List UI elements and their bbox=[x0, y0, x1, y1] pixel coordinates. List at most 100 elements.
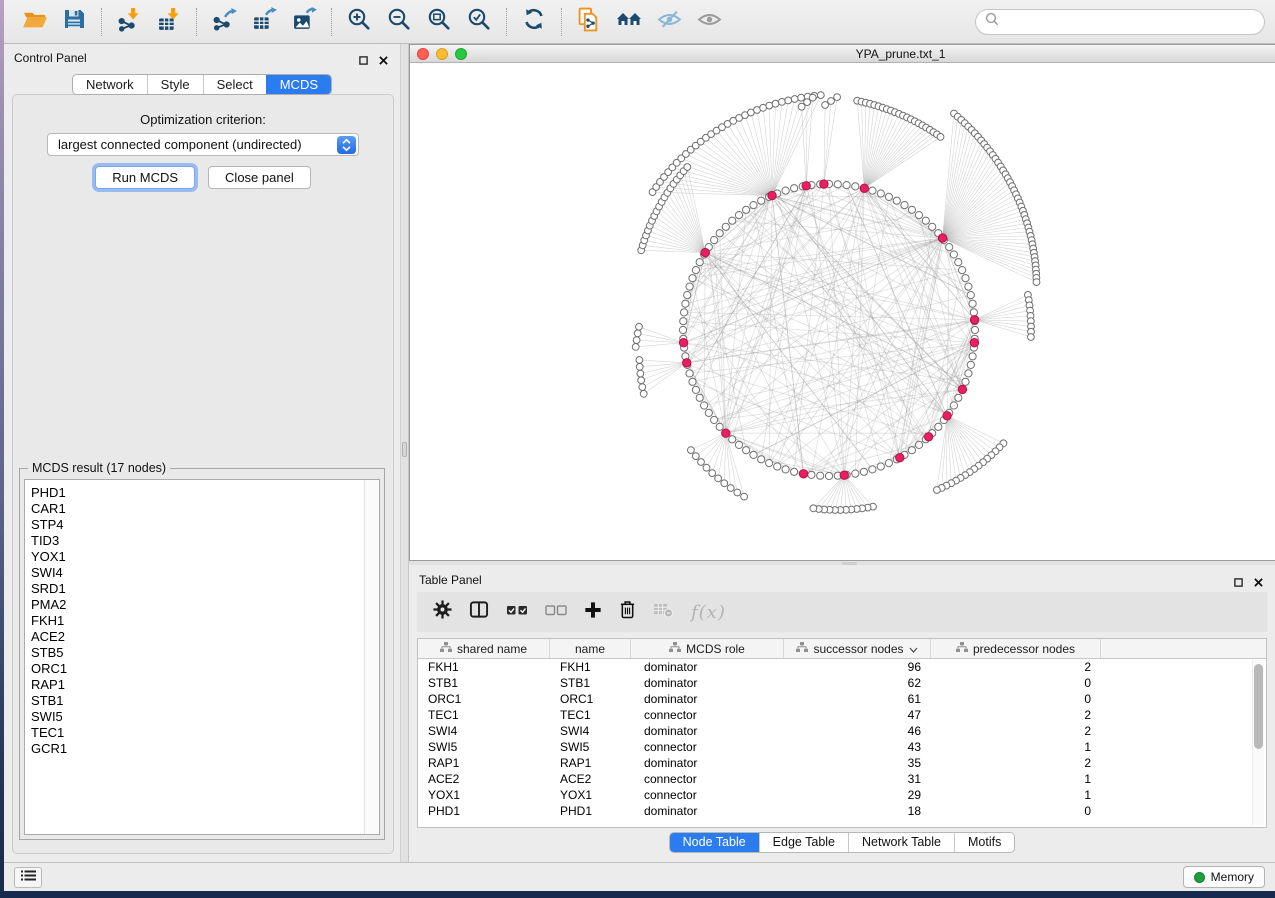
float-panel-icon[interactable] bbox=[1234, 574, 1243, 592]
import-table-button[interactable] bbox=[149, 4, 189, 40]
column-header-shared-name[interactable]: shared name bbox=[418, 639, 550, 658]
tab-edge-table[interactable]: Edge Table bbox=[759, 833, 848, 852]
tab-style[interactable]: Style bbox=[147, 75, 203, 94]
close-panel-icon[interactable] bbox=[379, 52, 388, 70]
table-row[interactable]: ACE2ACE2connector311 bbox=[418, 771, 1266, 787]
table-row[interactable]: FKH1FKH1dominator962 bbox=[418, 659, 1266, 675]
tab-node-table[interactable]: Node Table bbox=[670, 833, 759, 852]
cell: connector bbox=[631, 772, 784, 786]
tab-motifs[interactable]: Motifs bbox=[954, 833, 1014, 852]
export-image-button[interactable] bbox=[284, 4, 324, 40]
run-mcds-button[interactable]: Run MCDS bbox=[95, 166, 195, 189]
duplicate-network-button[interactable] bbox=[569, 4, 609, 40]
add-column-button[interactable] bbox=[584, 601, 602, 624]
mcds-result-item[interactable]: STP4 bbox=[31, 517, 363, 533]
zoom-in-button[interactable] bbox=[339, 4, 379, 40]
tab-select[interactable]: Select bbox=[203, 75, 266, 94]
mcds-result-item[interactable]: SWI5 bbox=[31, 709, 363, 725]
column-header-MCDS-role[interactable]: MCDS role bbox=[631, 639, 784, 658]
close-traffic-light[interactable] bbox=[417, 48, 429, 60]
zoom-selected-button[interactable] bbox=[459, 4, 499, 40]
table-tabs: Node TableEdge TableNetwork TableMotifs bbox=[669, 832, 1016, 853]
mcds-result-item[interactable]: YOX1 bbox=[31, 549, 363, 565]
mcds-result-item[interactable]: GCR1 bbox=[31, 741, 363, 757]
optimization-criterion-select[interactable]: largest connected component (undirected) bbox=[47, 133, 359, 156]
mcds-result-item[interactable]: ACE2 bbox=[31, 629, 363, 645]
mcds-result-item[interactable]: PMA2 bbox=[31, 597, 363, 613]
table-row[interactable]: RAP1RAP1dominator352 bbox=[418, 755, 1266, 771]
mcds-result-item[interactable]: SRD1 bbox=[31, 581, 363, 597]
zoom-fit-button[interactable] bbox=[419, 4, 459, 40]
mcds-result-item[interactable]: STB5 bbox=[31, 645, 363, 661]
open-session-button[interactable] bbox=[14, 4, 54, 40]
table-settings-button[interactable] bbox=[433, 600, 452, 624]
sort-chevron-icon bbox=[909, 642, 918, 656]
memory-button[interactable]: Memory bbox=[1183, 866, 1265, 888]
mcds-result-list[interactable]: PHD1CAR1STP4TID3YOX1SWI4SRD1PMA2FKH1ACE2… bbox=[24, 479, 380, 835]
close-panel-button[interactable]: Close panel bbox=[208, 166, 311, 189]
splitter-handle[interactable] bbox=[402, 442, 407, 457]
hide-selected-button[interactable] bbox=[649, 4, 689, 40]
search-input[interactable] bbox=[1004, 15, 1255, 29]
cell: dominator bbox=[631, 660, 784, 674]
table-row[interactable]: PHD1PHD1dominator180 bbox=[418, 803, 1266, 819]
vertical-splitter[interactable] bbox=[400, 44, 409, 862]
column-header-name[interactable]: name bbox=[550, 639, 631, 658]
task-history-button[interactable] bbox=[14, 867, 42, 888]
import-network-button[interactable] bbox=[109, 4, 149, 40]
column-header-predecessor-nodes[interactable]: predecessor nodes bbox=[931, 639, 1101, 658]
save-session-button[interactable] bbox=[54, 4, 94, 40]
cell: ACE2 bbox=[418, 772, 550, 786]
main-area: Control Panel NetworkStyleSelectMCDS Opt… bbox=[4, 44, 1275, 862]
export-network-button[interactable] bbox=[204, 4, 244, 40]
minimize-traffic-light[interactable] bbox=[436, 48, 448, 60]
network-canvas[interactable] bbox=[410, 63, 1275, 560]
tab-network-table[interactable]: Network Table bbox=[848, 833, 954, 852]
show-columns-button[interactable] bbox=[469, 600, 489, 624]
float-panel-icon[interactable] bbox=[359, 52, 368, 70]
export-table-button[interactable] bbox=[244, 4, 284, 40]
search-field[interactable] bbox=[975, 9, 1265, 35]
maximize-traffic-light[interactable] bbox=[455, 48, 467, 60]
mcds-result-item[interactable]: SWI4 bbox=[31, 565, 363, 581]
table-row[interactable]: STB1STB1dominator620 bbox=[418, 675, 1266, 691]
refresh-button[interactable] bbox=[514, 4, 554, 40]
import-network-icon bbox=[117, 7, 142, 37]
cell: SWI5 bbox=[550, 740, 631, 754]
eye-icon bbox=[697, 7, 722, 37]
table-scrollbar-thumb[interactable] bbox=[1254, 664, 1263, 749]
mcds-result-item[interactable]: RAP1 bbox=[31, 677, 363, 693]
cell: ORC1 bbox=[418, 692, 550, 706]
table-row[interactable]: SWI4SWI4dominator462 bbox=[418, 723, 1266, 739]
delete-columns-button[interactable] bbox=[619, 600, 636, 624]
mcds-result-item[interactable]: STB1 bbox=[31, 693, 363, 709]
first-neighbors-button[interactable] bbox=[609, 4, 649, 40]
mcds-result-item[interactable]: CAR1 bbox=[31, 501, 363, 517]
table-row[interactable]: TEC1TEC1connector472 bbox=[418, 707, 1266, 723]
tab-mcds[interactable]: MCDS bbox=[266, 75, 331, 94]
table-row[interactable]: YOX1YOX1connector291 bbox=[418, 787, 1266, 803]
table-scrollbar[interactable] bbox=[1252, 660, 1264, 825]
column-header-successor-nodes[interactable]: successor nodes bbox=[784, 639, 931, 658]
select-all-rows-button[interactable] bbox=[506, 603, 528, 622]
table-header-row: shared namenameMCDS rolesuccessor nodesp… bbox=[418, 639, 1266, 659]
tab-network[interactable]: Network bbox=[73, 75, 147, 94]
cell: 2 bbox=[931, 708, 1101, 722]
toolbar-separator bbox=[506, 8, 507, 36]
mcds-result-item[interactable]: TEC1 bbox=[31, 725, 363, 741]
mcds-result-item[interactable]: FKH1 bbox=[31, 613, 363, 629]
zoom-out-button[interactable] bbox=[379, 4, 419, 40]
zoom-fit-icon bbox=[427, 7, 451, 36]
mcds-result-item[interactable]: TID3 bbox=[31, 533, 363, 549]
show-all-button[interactable] bbox=[689, 4, 729, 40]
close-panel-icon[interactable] bbox=[1254, 574, 1263, 592]
table-row[interactable]: ORC1ORC1dominator610 bbox=[418, 691, 1266, 707]
mcds-list-scrollbar[interactable] bbox=[364, 480, 379, 834]
mcds-result-item[interactable]: PHD1 bbox=[31, 485, 363, 501]
deselect-all-rows-button[interactable] bbox=[545, 603, 567, 622]
cell: 35 bbox=[784, 756, 931, 770]
cell: 1 bbox=[931, 772, 1101, 786]
table-row[interactable]: SWI5SWI5connector431 bbox=[418, 739, 1266, 755]
node-table[interactable]: shared namenameMCDS rolesuccessor nodesp… bbox=[417, 638, 1267, 828]
mcds-result-item[interactable]: ORC1 bbox=[31, 661, 363, 677]
